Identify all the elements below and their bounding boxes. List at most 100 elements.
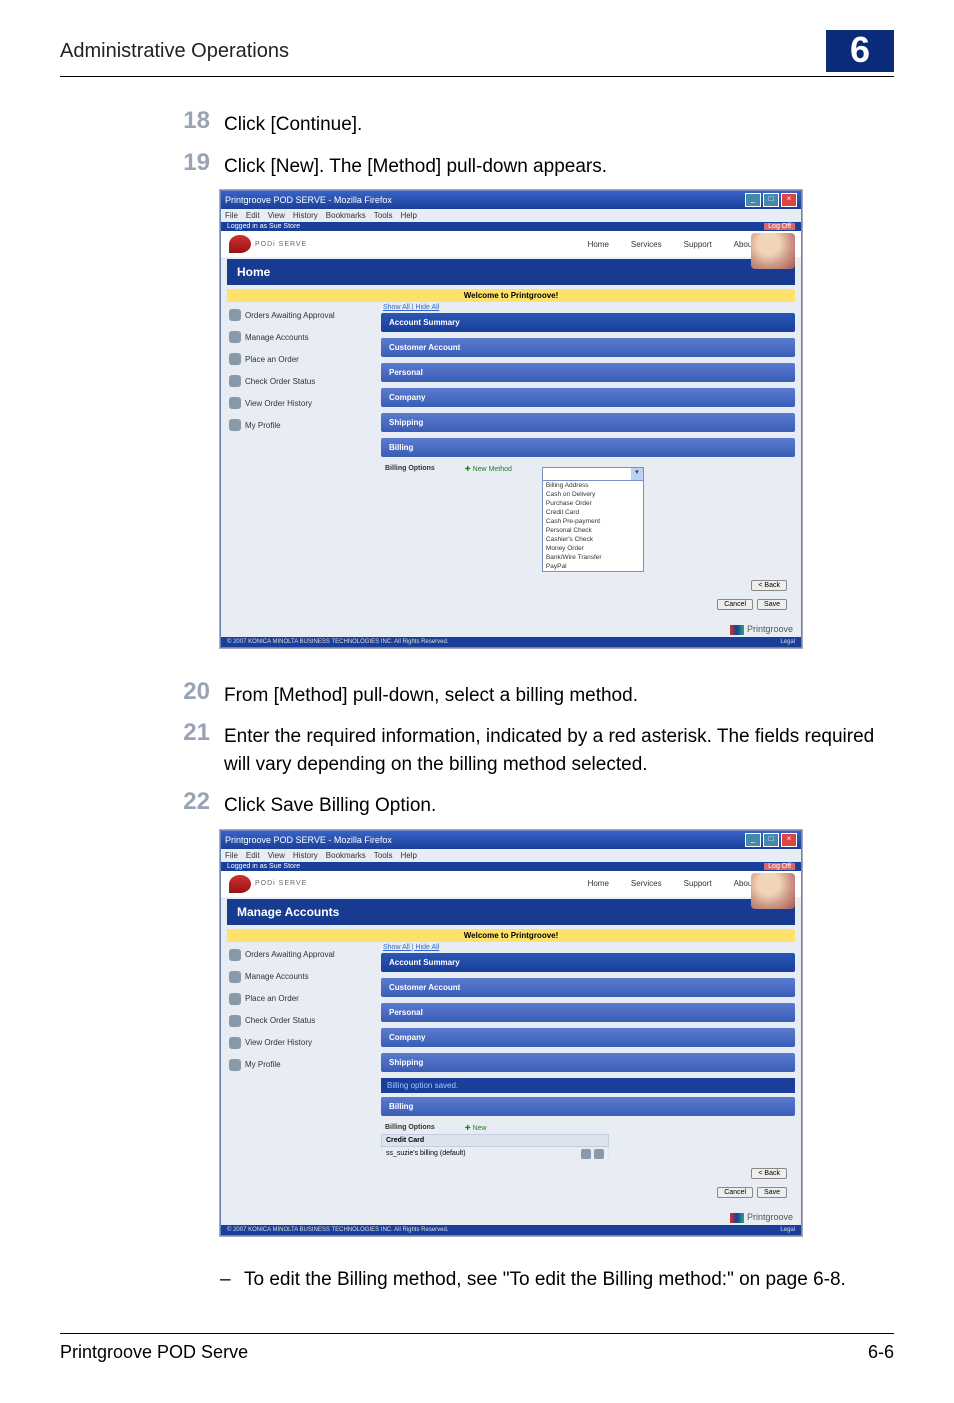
cancel-button[interactable]: Cancel bbox=[717, 1187, 753, 1198]
sidebar-item-order-history[interactable]: View Order History bbox=[227, 392, 377, 414]
back-button[interactable]: < Back bbox=[751, 580, 787, 591]
panel-company[interactable]: Company bbox=[381, 388, 795, 407]
sidebar-item-place-order[interactable]: Place an Order bbox=[227, 348, 377, 370]
panel-personal[interactable]: Personal bbox=[381, 1003, 795, 1022]
save-button[interactable]: Save bbox=[757, 1187, 787, 1198]
dropdown-option[interactable]: Purchase Order bbox=[543, 499, 643, 508]
chevron-down-icon[interactable]: ▾ bbox=[631, 468, 643, 480]
dropdown-option[interactable]: Billing Address bbox=[543, 481, 643, 490]
panel-account-summary[interactable]: Account Summary bbox=[381, 313, 795, 332]
brand-text: PODi SERVE bbox=[255, 241, 307, 248]
edit-icon[interactable] bbox=[581, 1149, 591, 1159]
show-hide-all-link[interactable]: Show All | Hide All bbox=[381, 944, 795, 953]
step-number: 20 bbox=[160, 678, 224, 710]
dropdown-option[interactable]: Money Order bbox=[543, 544, 643, 553]
accounts-icon bbox=[229, 331, 241, 343]
menu-bookmarks[interactable]: Bookmarks bbox=[326, 211, 366, 220]
show-hide-all-link[interactable]: Show All | Hide All bbox=[381, 304, 795, 313]
menu-file[interactable]: File bbox=[225, 211, 238, 220]
dropdown-option[interactable]: Bank/Wire Transfer bbox=[543, 553, 643, 562]
sidebar-item-label: View Order History bbox=[245, 1038, 312, 1047]
sidebar-item-orders-awaiting[interactable]: Orders Awaiting Approval bbox=[227, 944, 377, 966]
legal-link[interactable]: Legal bbox=[780, 1227, 795, 1233]
minimize-icon[interactable]: _ bbox=[745, 833, 761, 847]
menu-bookmarks[interactable]: Bookmarks bbox=[326, 851, 366, 860]
panel-personal[interactable]: Personal bbox=[381, 363, 795, 382]
nav-support[interactable]: Support bbox=[684, 240, 712, 249]
nav-services[interactable]: Services bbox=[631, 240, 662, 249]
bullet-dash: – bbox=[220, 1266, 244, 1294]
close-icon[interactable]: × bbox=[781, 833, 797, 847]
sidebar-item-orders-awaiting[interactable]: Orders Awaiting Approval bbox=[227, 304, 377, 326]
sidebar-item-check-status[interactable]: Check Order Status bbox=[227, 370, 377, 392]
sidebar-item-label: Place an Order bbox=[245, 355, 299, 364]
legal-link[interactable]: Legal bbox=[780, 639, 795, 645]
browser-menubar[interactable]: File Edit View History Bookmarks Tools H… bbox=[221, 849, 801, 862]
panel-billing[interactable]: Billing bbox=[381, 438, 795, 457]
panel-account-summary[interactable]: Account Summary bbox=[381, 953, 795, 972]
sidebar-item-label: My Profile bbox=[245, 1060, 281, 1069]
new-link[interactable]: New bbox=[465, 1124, 487, 1132]
panel-company[interactable]: Company bbox=[381, 1028, 795, 1047]
panel-customer-account[interactable]: Customer Account bbox=[381, 338, 795, 357]
sidebar-item-place-order[interactable]: Place an Order bbox=[227, 988, 377, 1010]
history-icon bbox=[229, 397, 241, 409]
sidebar-item-my-profile[interactable]: My Profile bbox=[227, 414, 377, 436]
logoff-link[interactable]: Log Off bbox=[764, 223, 795, 230]
menu-tools[interactable]: Tools bbox=[374, 851, 393, 860]
method-dropdown[interactable]: ▾ Billing Address Cash on Delivery Purch… bbox=[542, 467, 644, 572]
minimize-icon[interactable]: _ bbox=[745, 193, 761, 207]
sidebar-item-manage-accounts[interactable]: Manage Accounts bbox=[227, 326, 377, 348]
nav-home[interactable]: Home bbox=[588, 879, 609, 888]
chapter-number-badge: 6 bbox=[826, 30, 894, 72]
menu-edit[interactable]: Edit bbox=[246, 211, 260, 220]
dropdown-option[interactable]: Cashier's Check bbox=[543, 535, 643, 544]
panel-shipping[interactable]: Shipping bbox=[381, 1053, 795, 1072]
back-button[interactable]: < Back bbox=[751, 1168, 787, 1179]
page-header-title: Administrative Operations bbox=[60, 40, 289, 63]
menu-edit[interactable]: Edit bbox=[246, 851, 260, 860]
menu-help[interactable]: Help bbox=[400, 851, 416, 860]
maximize-icon[interactable]: □ bbox=[763, 833, 779, 847]
save-button[interactable]: Save bbox=[757, 599, 787, 610]
screenshot-home: Printgroove POD SERVE - Mozilla Firefox … bbox=[220, 190, 802, 648]
nav-services[interactable]: Services bbox=[631, 879, 662, 888]
dropdown-option[interactable]: PayPal bbox=[543, 562, 643, 571]
footer-product-name: Printgroove POD Serve bbox=[60, 1342, 248, 1363]
dropdown-option[interactable]: Personal Check bbox=[543, 526, 643, 535]
browser-menubar[interactable]: File Edit View History Bookmarks Tools H… bbox=[221, 209, 801, 222]
billing-options-label: Billing Options bbox=[385, 1124, 435, 1131]
menu-view[interactable]: View bbox=[268, 851, 285, 860]
close-icon[interactable]: × bbox=[781, 193, 797, 207]
menu-file[interactable]: File bbox=[225, 851, 238, 860]
new-link[interactable]: New Method bbox=[465, 465, 512, 473]
dropdown-option[interactable]: Cash Pre-payment bbox=[543, 517, 643, 526]
menu-tools[interactable]: Tools bbox=[374, 211, 393, 220]
sidebar-item-order-history[interactable]: View Order History bbox=[227, 1032, 377, 1054]
status-icon bbox=[229, 1015, 241, 1027]
sidebar-item-manage-accounts[interactable]: Manage Accounts bbox=[227, 966, 377, 988]
nav-support[interactable]: Support bbox=[684, 879, 712, 888]
panel-shipping[interactable]: Shipping bbox=[381, 413, 795, 432]
step-number: 18 bbox=[160, 107, 224, 139]
panel-customer-account[interactable]: Customer Account bbox=[381, 978, 795, 997]
sidebar-item-label: Place an Order bbox=[245, 994, 299, 1003]
menu-history[interactable]: History bbox=[293, 211, 318, 220]
brand-text: PODi SERVE bbox=[255, 880, 307, 887]
cart-icon bbox=[229, 993, 241, 1005]
dropdown-option[interactable]: Credit Card bbox=[543, 508, 643, 517]
maximize-icon[interactable]: □ bbox=[763, 193, 779, 207]
menu-history[interactable]: History bbox=[293, 851, 318, 860]
logoff-link[interactable]: Log Off bbox=[764, 863, 795, 870]
dropdown-option[interactable]: Cash on Delivery bbox=[543, 490, 643, 499]
nav-home[interactable]: Home bbox=[588, 240, 609, 249]
menu-view[interactable]: View bbox=[268, 211, 285, 220]
delete-icon[interactable] bbox=[594, 1149, 604, 1159]
cancel-button[interactable]: Cancel bbox=[717, 599, 753, 610]
panel-billing[interactable]: Billing bbox=[381, 1097, 795, 1116]
menu-help[interactable]: Help bbox=[400, 211, 416, 220]
sidebar-item-label: Check Order Status bbox=[245, 1016, 315, 1025]
sidebar-item-check-status[interactable]: Check Order Status bbox=[227, 1010, 377, 1032]
new-link-label: New bbox=[473, 466, 487, 473]
sidebar-item-my-profile[interactable]: My Profile bbox=[227, 1054, 377, 1076]
